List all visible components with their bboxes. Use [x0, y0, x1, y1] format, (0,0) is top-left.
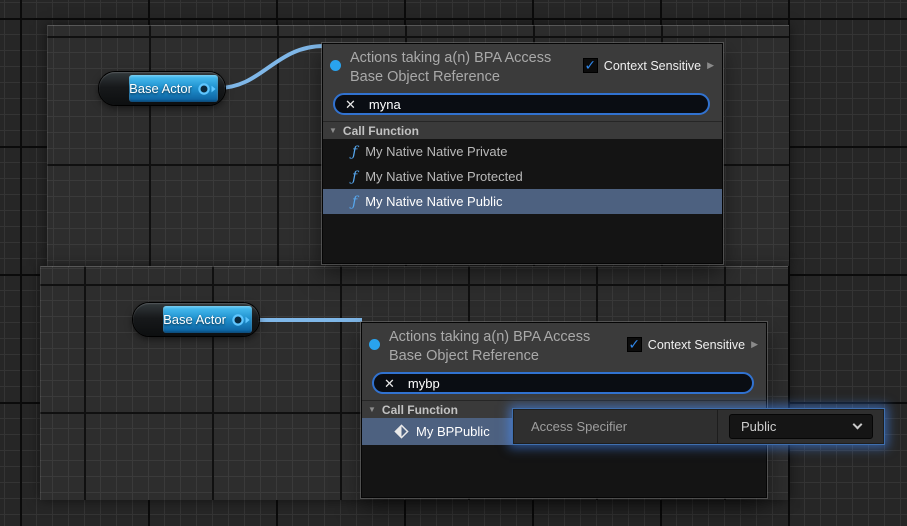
context-sensitive-label: Context Sensitive [648, 338, 745, 352]
category-label: Call Function [382, 403, 458, 417]
checkbox-checked-icon[interactable]: ✓ [583, 58, 598, 73]
bp-function-diamond-icon [394, 424, 409, 439]
node-header: Base Actor [129, 75, 218, 102]
node-title: Base Actor [163, 312, 226, 327]
menu-item-label: My Native Native Protected [365, 169, 523, 184]
object-output-pin-icon[interactable] [231, 313, 252, 327]
blueprint-canvas[interactable]: Base Actor Base Actor [0, 0, 907, 526]
category-label: Call Function [343, 124, 419, 138]
access-specifier-dropdown[interactable]: Public [729, 414, 873, 439]
category-call-function[interactable]: ▼ Call Function [323, 121, 722, 139]
search-input[interactable]: ✕ myna [333, 93, 710, 115]
dropdown-value: Public [741, 419, 776, 434]
search-value: myna [369, 97, 401, 112]
base-actor-node-top[interactable]: Base Actor [99, 72, 225, 105]
collapse-triangle-icon: ▼ [368, 406, 376, 414]
search-input[interactable]: ✕ mybp [372, 372, 754, 394]
menu-item-label: My Native Native Private [365, 144, 507, 159]
submenu-arrow-icon[interactable]: ▶ [707, 61, 714, 70]
pin-type-dot-icon [369, 339, 380, 350]
clear-search-icon[interactable]: ✕ [384, 377, 395, 390]
context-sensitive-toggle[interactable]: ✓ Context Sensitive ▶ [583, 58, 714, 73]
menu-item-my-native-native-protected[interactable]: ƒ My Native Native Protected [323, 164, 722, 189]
node-title: Base Actor [129, 81, 192, 96]
access-specifier-label: Access Specifier [513, 409, 718, 444]
function-icon: ƒ [352, 195, 357, 209]
menu-item-my-native-native-private[interactable]: ƒ My Native Native Private [323, 139, 722, 164]
function-icon: ƒ [352, 170, 357, 184]
menu-header: Actions taking a(n) BPA Access Base Obje… [362, 323, 766, 400]
menu-item-my-native-native-public[interactable]: ƒ My Native Native Public [323, 189, 722, 214]
collapse-triangle-icon: ▼ [329, 127, 337, 135]
context-menu-top: Actions taking a(n) BPA Access Base Obje… [322, 43, 723, 264]
menu-title: Actions taking a(n) BPA Access Base Obje… [389, 328, 627, 366]
menu-title: Actions taking a(n) BPA Access Base Obje… [350, 49, 583, 87]
search-value: mybp [408, 376, 440, 391]
clear-search-icon[interactable]: ✕ [345, 98, 356, 111]
menu-header: Actions taking a(n) BPA Access Base Obje… [323, 44, 722, 121]
chevron-down-icon [853, 420, 863, 430]
base-actor-node-bottom[interactable]: Base Actor [133, 303, 259, 336]
context-sensitive-toggle[interactable]: ✓ Context Sensitive ▶ [627, 337, 758, 352]
access-specifier-panel: Access Specifier Public [512, 408, 885, 445]
submenu-arrow-icon[interactable]: ▶ [751, 340, 758, 349]
object-output-pin-icon[interactable] [197, 82, 218, 96]
checkbox-checked-icon[interactable]: ✓ [627, 337, 642, 352]
function-icon: ƒ [352, 145, 357, 159]
context-sensitive-label: Context Sensitive [604, 59, 701, 73]
node-header: Base Actor [163, 306, 252, 333]
pin-type-dot-icon [330, 60, 341, 71]
menu-item-label: My Native Native Public [365, 194, 502, 209]
menu-item-label: My BPPublic [416, 424, 490, 439]
menu-item-list: ƒ My Native Native Private ƒ My Native N… [323, 139, 722, 263]
